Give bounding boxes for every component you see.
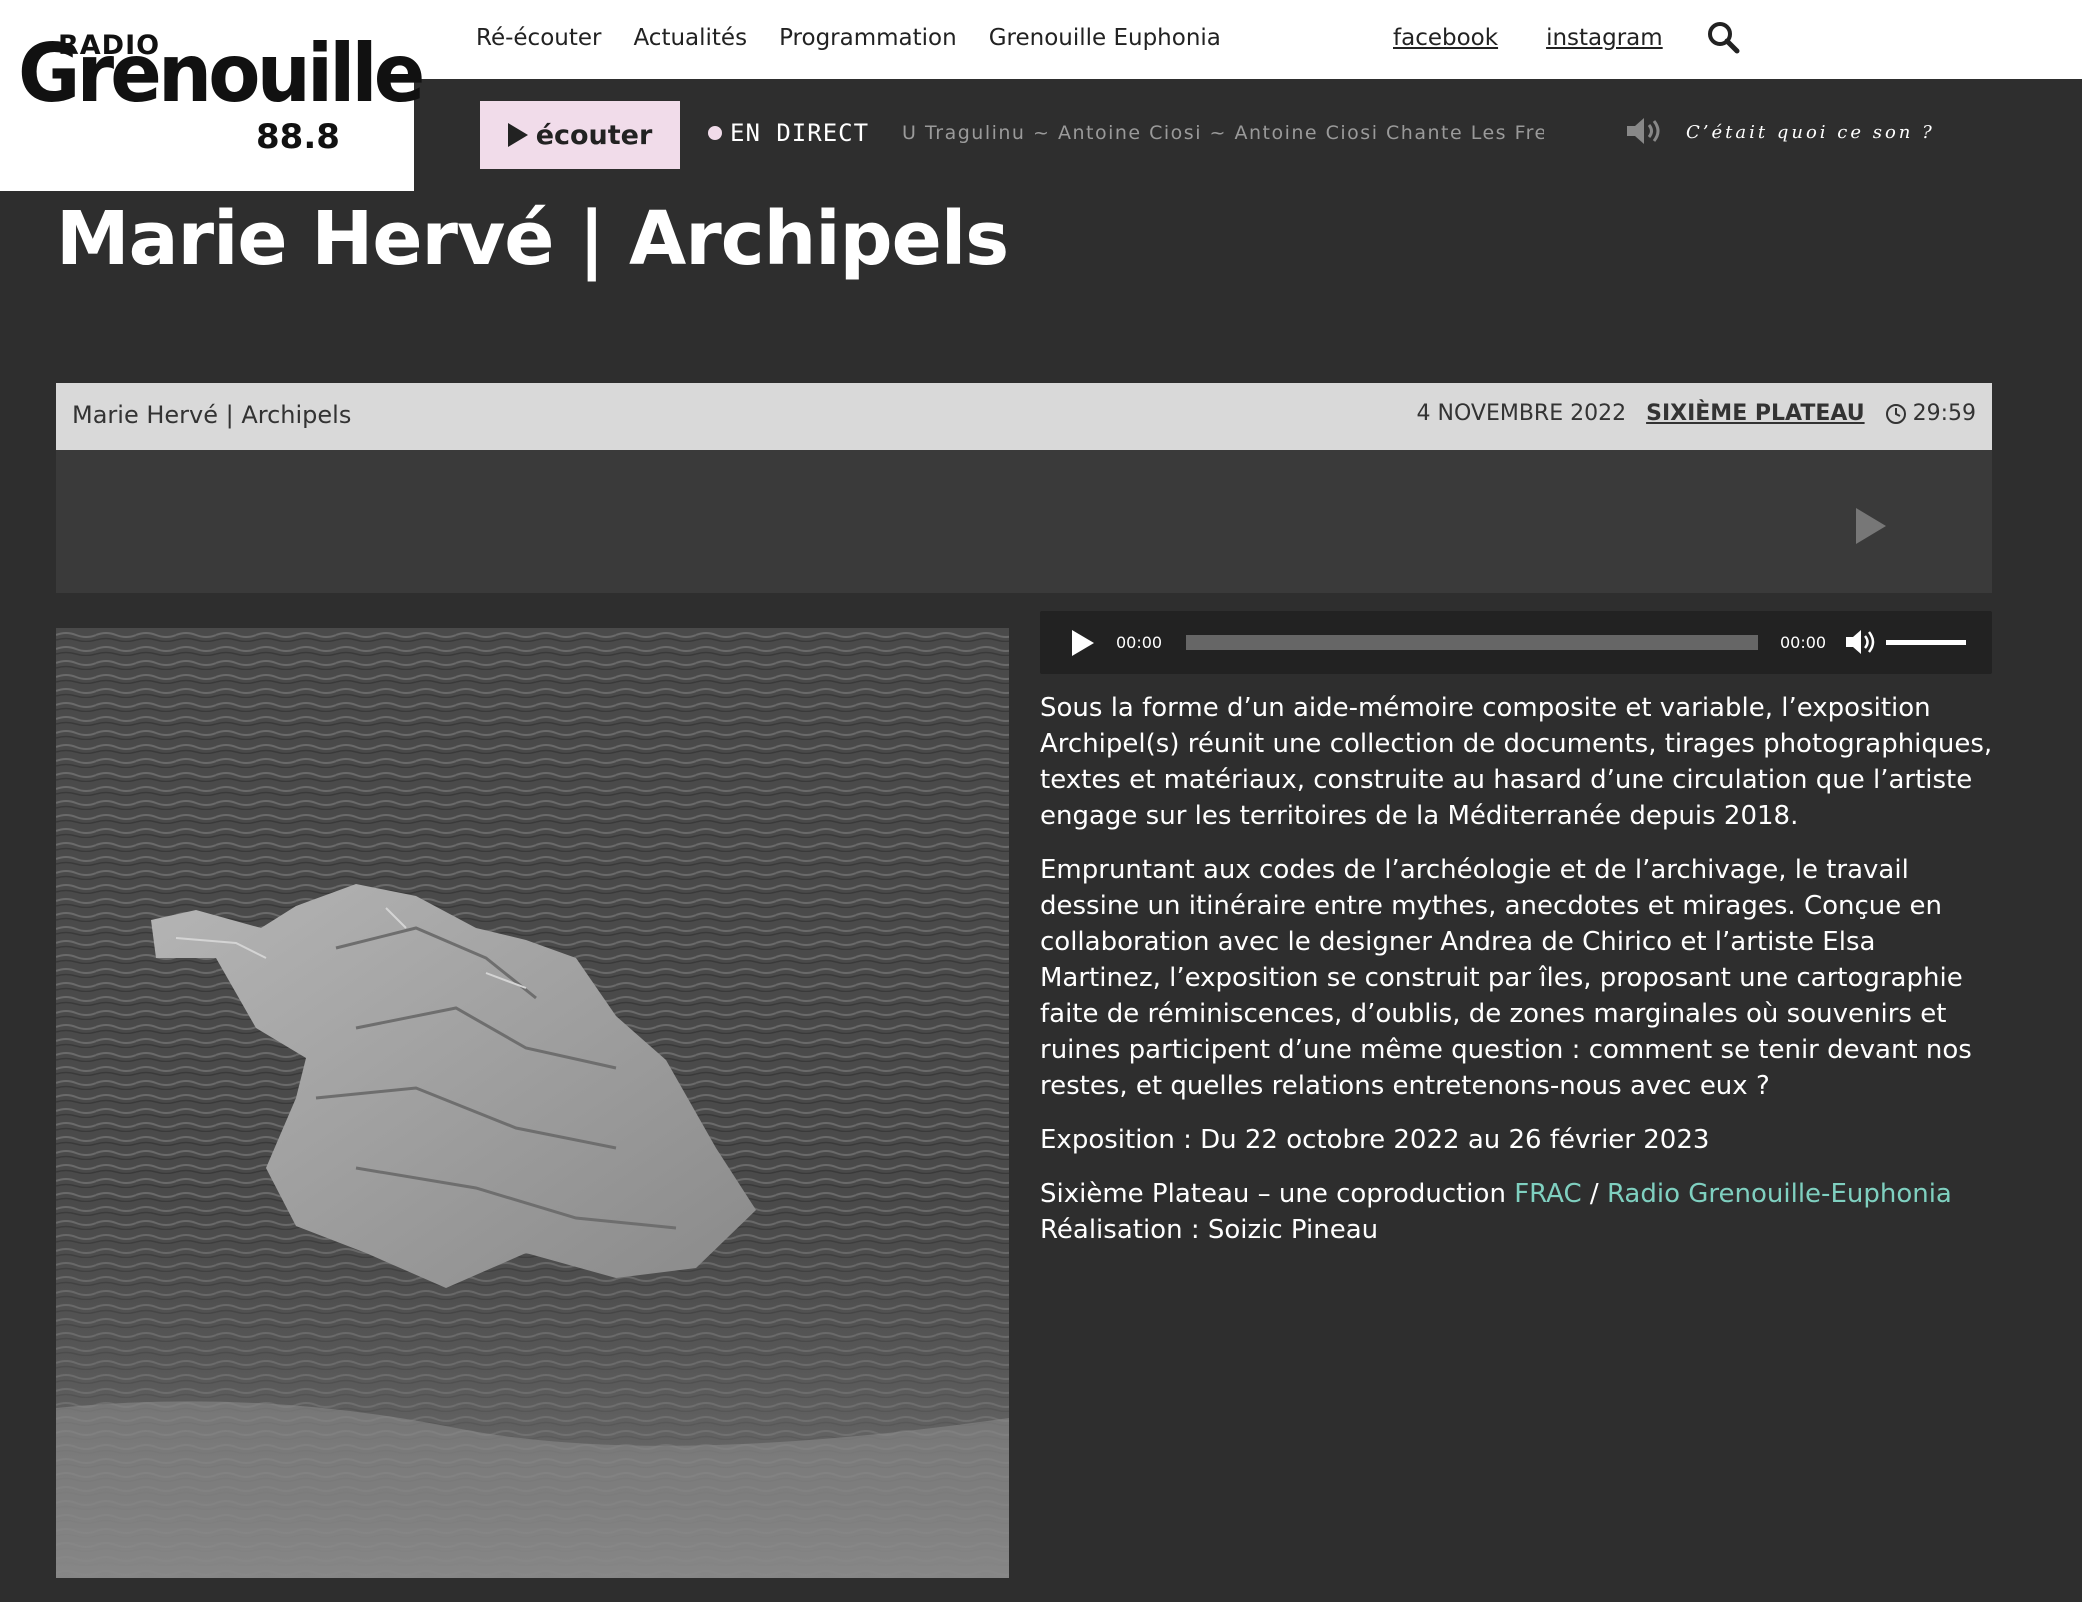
logo-frequency-text: 88.8 xyxy=(256,117,340,157)
nav-item-grenouille-euphonia[interactable]: Grenouille Euphonia xyxy=(989,20,1221,56)
episode-meta: 4 NOVEMBRE 2022 SIXIÈME PLATEAU 29:59 xyxy=(1417,401,1976,426)
nav-item-actualites[interactable]: Actualités xyxy=(633,20,747,56)
rock-in-sea-photo xyxy=(56,628,1009,1578)
social-links: facebook instagram xyxy=(1393,20,1663,56)
audio-current-time: 00:00 xyxy=(1116,633,1163,652)
main-menu: Ré-écouter Actualités Programmation Gren… xyxy=(476,20,1221,56)
episode-play-icon[interactable] xyxy=(1856,508,1886,544)
episode-show-link[interactable]: SIXIÈME PLATEAU xyxy=(1646,401,1865,426)
now-playing-ticker: U Tragulinu ~ Antoine Ciosi ~ Antoine Ci… xyxy=(902,122,1544,144)
episode-duration: 29:59 xyxy=(1885,401,1976,426)
site-logo[interactable]: RADIO Grenouille 88.8 xyxy=(0,0,425,191)
listen-button[interactable]: écouter xyxy=(480,101,680,169)
volume-icon[interactable] xyxy=(1844,626,1878,658)
episode-description: Sous la forme d’un aide-mémoire composit… xyxy=(1040,690,2000,1266)
logo-name-text: Grenouille xyxy=(18,27,425,120)
credit-realisation: Réalisation : Soizic Pineau xyxy=(1040,1215,1379,1245)
episode-duration-value: 29:59 xyxy=(1912,401,1976,426)
nav-item-reecouter[interactable]: Ré-écouter xyxy=(476,20,601,56)
audio-total-time: 00:00 xyxy=(1780,633,1827,652)
exhibition-dates: Exposition : Du 22 octobre 2022 au 26 fé… xyxy=(1040,1125,1710,1155)
what-was-that-song-link[interactable]: C’était quoi ce son ? xyxy=(1686,122,1935,143)
nav-item-programmation[interactable]: Programmation xyxy=(779,20,957,56)
episode-cover-image xyxy=(56,628,1009,1578)
listen-button-label: écouter xyxy=(535,119,653,151)
radio-grenouille-euphonia-link[interactable]: Radio Grenouille-Euphonia xyxy=(1607,1179,1952,1209)
audio-progress-bar[interactable] xyxy=(1186,635,1758,650)
description-paragraph-1: Sous la forme d’un aide-mémoire composit… xyxy=(1040,693,1993,831)
credits-paragraph: Sixième Plateau – une coproduction FRAC … xyxy=(1040,1176,2000,1248)
live-indicator: EN DIRECT xyxy=(708,119,869,147)
coproduction-text: Sixième Plateau – une coproduction xyxy=(1040,1179,1515,1209)
episode-player-band xyxy=(56,450,1992,593)
frac-link[interactable]: FRAC xyxy=(1514,1179,1581,1209)
page-title: Marie Hervé | Archipels xyxy=(56,196,1009,282)
episode-header: Marie Hervé | Archipels 4 NOVEMBRE 2022 … xyxy=(56,383,1992,450)
episode-date: 4 NOVEMBRE 2022 xyxy=(1416,401,1627,426)
live-dot-icon xyxy=(708,126,722,140)
audio-player: 00:00 00:00 xyxy=(1040,611,1992,674)
facebook-link[interactable]: facebook xyxy=(1393,20,1498,56)
instagram-link[interactable]: instagram xyxy=(1546,20,1663,56)
live-label: EN DIRECT xyxy=(730,119,870,147)
clock-icon xyxy=(1885,403,1906,424)
description-paragraph-2: Empruntant aux codes de l’archéologie et… xyxy=(1040,855,1972,1101)
play-icon xyxy=(507,123,528,147)
search-icon[interactable] xyxy=(1706,20,1740,54)
audio-play-icon[interactable] xyxy=(1072,630,1094,656)
episode-title: Marie Hervé | Archipels xyxy=(72,401,352,429)
volume-slider[interactable] xyxy=(1886,640,1966,645)
link-separator: / xyxy=(1581,1179,1607,1209)
speaker-icon[interactable] xyxy=(1624,114,1664,148)
